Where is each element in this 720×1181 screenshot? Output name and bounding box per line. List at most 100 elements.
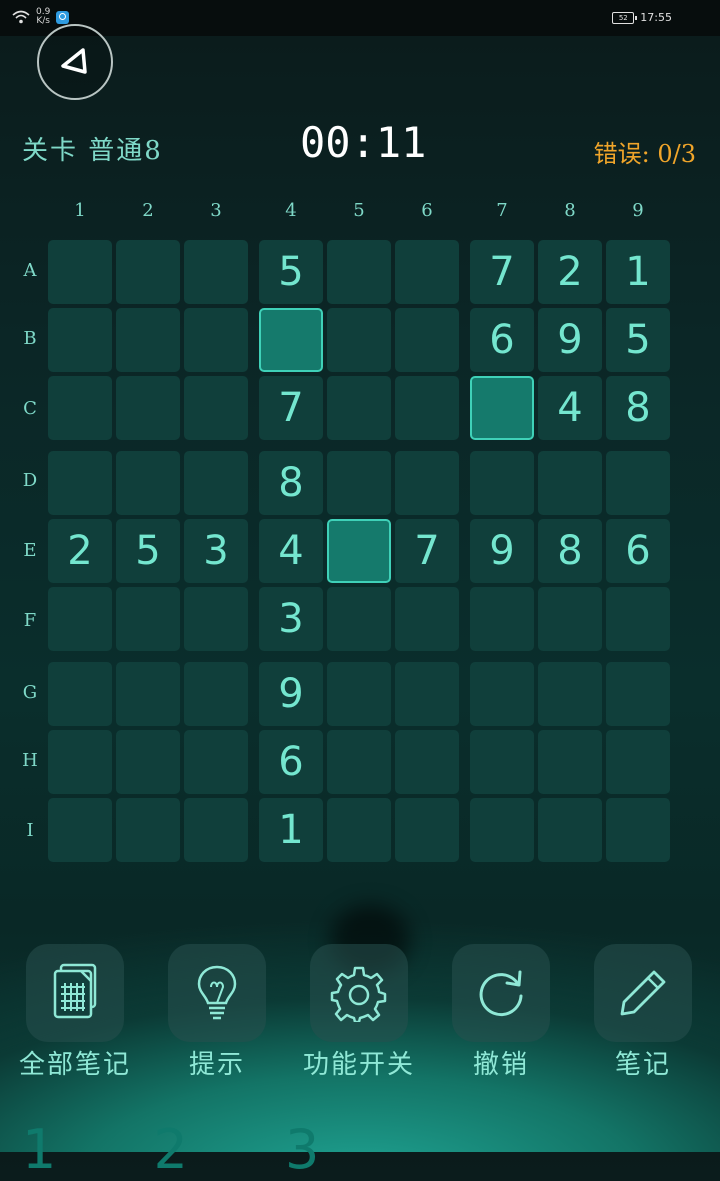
sudoku-cell-h7[interactable] <box>470 730 534 794</box>
sudoku-cell-e6[interactable]: 7 <box>395 519 459 583</box>
back-button[interactable] <box>37 24 113 100</box>
sudoku-cell-e8[interactable]: 8 <box>538 519 602 583</box>
sudoku-cell-c8[interactable]: 4 <box>538 376 602 440</box>
sudoku-cell-g1[interactable] <box>48 662 112 726</box>
sudoku-cell-b9[interactable]: 5 <box>606 308 670 372</box>
sudoku-cell-g9[interactable] <box>606 662 670 726</box>
sudoku-cell-f3[interactable] <box>184 587 248 651</box>
sudoku-cell-a8[interactable]: 2 <box>538 240 602 304</box>
sudoku-cell-e3[interactable]: 3 <box>184 519 248 583</box>
sudoku-cell-c4[interactable]: 7 <box>259 376 323 440</box>
sudoku-cell-f7[interactable] <box>470 587 534 651</box>
undo-button[interactable] <box>452 944 550 1042</box>
row-label: F <box>23 610 37 631</box>
sudoku-cell-g4[interactable]: 9 <box>259 662 323 726</box>
sudoku-cell-i2[interactable] <box>116 798 180 862</box>
sudoku-cell-i1[interactable] <box>48 798 112 862</box>
sudoku-cell-h8[interactable] <box>538 730 602 794</box>
sudoku-cell-g3[interactable] <box>184 662 248 726</box>
settings-toggle-button[interactable] <box>310 944 408 1042</box>
sudoku-cell-b8[interactable]: 9 <box>538 308 602 372</box>
sudoku-cell-b2[interactable] <box>116 308 180 372</box>
sudoku-cell-e2[interactable]: 5 <box>116 519 180 583</box>
sudoku-cell-d1[interactable] <box>48 451 112 515</box>
sudoku-cell-b7[interactable]: 6 <box>470 308 534 372</box>
sudoku-cell-b5[interactable] <box>327 308 391 372</box>
sudoku-cell-b3[interactable] <box>184 308 248 372</box>
sudoku-cell-b6[interactable] <box>395 308 459 372</box>
sudoku-cell-e4[interactable]: 4 <box>259 519 323 583</box>
row-label: B <box>23 328 37 349</box>
sudoku-cell-c9[interactable]: 8 <box>606 376 670 440</box>
sudoku-cell-h6[interactable] <box>395 730 459 794</box>
sudoku-cell-i4[interactable]: 1 <box>259 798 323 862</box>
all-notes-button[interactable] <box>26 944 124 1042</box>
sudoku-cell-c2[interactable] <box>116 376 180 440</box>
sudoku-cell-e9[interactable]: 6 <box>606 519 670 583</box>
sudoku-cell-a3[interactable] <box>184 240 248 304</box>
sudoku-cell-f9[interactable] <box>606 587 670 651</box>
sudoku-cell-f1[interactable] <box>48 587 112 651</box>
sudoku-cell-c7[interactable] <box>470 376 534 440</box>
sudoku-cell-a1[interactable] <box>48 240 112 304</box>
sudoku-cell-a2[interactable] <box>116 240 180 304</box>
column-label: 3 <box>210 200 222 221</box>
sudoku-cell-i5[interactable] <box>327 798 391 862</box>
sudoku-cell-f6[interactable] <box>395 587 459 651</box>
sudoku-cell-a9[interactable]: 1 <box>606 240 670 304</box>
sudoku-cell-h5[interactable] <box>327 730 391 794</box>
status-right: 52 17:55 <box>612 11 672 24</box>
sudoku-cell-f2[interactable] <box>116 587 180 651</box>
sudoku-cell-a7[interactable]: 7 <box>470 240 534 304</box>
all-notes-icon <box>53 963 97 1019</box>
net-speed: 0.9 K/s <box>36 8 50 26</box>
sudoku-cell-g8[interactable] <box>538 662 602 726</box>
sudoku-cell-d7[interactable] <box>470 451 534 515</box>
sudoku-cell-g2[interactable] <box>116 662 180 726</box>
sudoku-cell-f8[interactable] <box>538 587 602 651</box>
sudoku-cell-i9[interactable] <box>606 798 670 862</box>
sudoku-cell-e1[interactable]: 2 <box>48 519 112 583</box>
sudoku-cell-i7[interactable] <box>470 798 534 862</box>
sudoku-cell-i3[interactable] <box>184 798 248 862</box>
sudoku-cell-h9[interactable] <box>606 730 670 794</box>
wifi-icon <box>12 10 30 24</box>
sudoku-cell-a5[interactable] <box>327 240 391 304</box>
sudoku-cell-g6[interactable] <box>395 662 459 726</box>
sudoku-cell-b1[interactable] <box>48 308 112 372</box>
sudoku-cell-d8[interactable] <box>538 451 602 515</box>
sudoku-cell-g7[interactable] <box>470 662 534 726</box>
sudoku-cell-a6[interactable] <box>395 240 459 304</box>
sudoku-cell-d5[interactable] <box>327 451 391 515</box>
sudoku-cell-d3[interactable] <box>184 451 248 515</box>
sudoku-cell-c3[interactable] <box>184 376 248 440</box>
sudoku-cell-g5[interactable] <box>327 662 391 726</box>
sudoku-cell-b4[interactable] <box>259 308 323 372</box>
sudoku-cell-d9[interactable] <box>606 451 670 515</box>
column-label: 9 <box>632 200 644 221</box>
sudoku-cell-i8[interactable] <box>538 798 602 862</box>
sudoku-cell-h1[interactable] <box>48 730 112 794</box>
sudoku-cell-f4[interactable]: 3 <box>259 587 323 651</box>
sudoku-cell-h4[interactable]: 6 <box>259 730 323 794</box>
column-label: 8 <box>564 200 576 221</box>
hint-button[interactable] <box>168 944 266 1042</box>
sudoku-cell-f5[interactable] <box>327 587 391 651</box>
undo-icon <box>479 970 523 1017</box>
sudoku-cell-c1[interactable] <box>48 376 112 440</box>
number-pad-partial[interactable]: 1 2 3 <box>22 1118 359 1181</box>
sudoku-cell-d6[interactable] <box>395 451 459 515</box>
sudoku-cell-d4[interactable]: 8 <box>259 451 323 515</box>
sudoku-cell-h3[interactable] <box>184 730 248 794</box>
sudoku-cell-c6[interactable] <box>395 376 459 440</box>
row-label: A <box>23 260 37 281</box>
sudoku-cell-e7[interactable]: 9 <box>470 519 534 583</box>
sudoku-cell-h2[interactable] <box>116 730 180 794</box>
sudoku-cell-a4[interactable]: 5 <box>259 240 323 304</box>
sudoku-cell-i6[interactable] <box>395 798 459 862</box>
notes-button[interactable] <box>594 944 692 1042</box>
sudoku-cell-c5[interactable] <box>327 376 391 440</box>
sudoku-cell-d2[interactable] <box>116 451 180 515</box>
row-label: C <box>23 398 37 419</box>
sudoku-cell-e5[interactable] <box>327 519 391 583</box>
